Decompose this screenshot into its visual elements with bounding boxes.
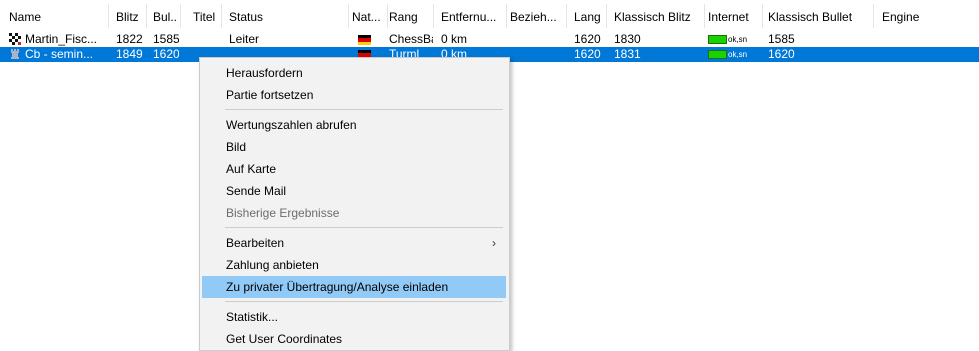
germany-flag-icon: [358, 35, 371, 45]
player-name: Cb - semin...: [25, 47, 94, 61]
menu-separator: [225, 301, 503, 302]
menu-item-challenge[interactable]: Herausfordern: [202, 62, 506, 84]
blitz-rating: 1822: [116, 32, 143, 46]
column-header-rang[interactable]: Rang: [389, 10, 427, 24]
menu-item-invite-private-broadcast[interactable]: Zu privater Übertragung/Analyse einladen: [202, 276, 506, 298]
column-header-nation[interactable]: Nat...: [352, 10, 388, 24]
long-rating: 1620: [574, 47, 601, 61]
player-name: Martin_Fisc...: [25, 32, 98, 46]
internet-status-icon: [708, 35, 727, 44]
checkered-avatar-icon: [9, 33, 21, 45]
classic-blitz-rating: 1831: [614, 47, 641, 61]
column-divider[interactable]: [108, 4, 109, 28]
column-header-engine[interactable]: Engine: [882, 10, 942, 24]
submenu-arrow-icon: ›: [492, 236, 496, 250]
column-divider[interactable]: [387, 4, 388, 28]
menu-item-send-mail[interactable]: Sende Mail: [202, 180, 506, 202]
column-header-beziehung[interactable]: Bezieh...: [510, 10, 560, 24]
column-header-row: Name Blitz Bul... Titel Status Nat... Ra…: [0, 0, 979, 30]
relation-value: [510, 47, 560, 62]
column-header-entfernung[interactable]: Entfernu...: [441, 10, 501, 24]
internet-status-icon: [708, 50, 727, 59]
menu-item-statistics[interactable]: Statistik...: [202, 306, 506, 328]
rook-icon: [11, 49, 19, 59]
relation-value: [510, 32, 560, 47]
column-divider[interactable]: [146, 4, 147, 28]
long-rating: 1620: [574, 32, 601, 46]
engine-value: [882, 32, 962, 47]
title-value: [193, 32, 219, 47]
column-header-internet[interactable]: Internet: [708, 10, 760, 24]
internet-status-text: ok,sn: [728, 50, 748, 59]
bullet-rating: 1585: [153, 32, 179, 46]
menu-item-on-map[interactable]: Auf Karte: [202, 158, 506, 180]
column-divider[interactable]: [180, 4, 181, 28]
status-value: Leiter: [229, 32, 260, 46]
column-header-lang[interactable]: Lang: [574, 10, 602, 24]
column-header-status[interactable]: Status: [229, 10, 329, 24]
table-row[interactable]: Martin_Fisc... 1822 1585 Leiter ChessBa:…: [0, 32, 979, 47]
menu-item-get-user-coordinates[interactable]: Get User Coordinates: [202, 328, 506, 350]
column-divider[interactable]: [221, 4, 222, 28]
classic-bullet-rating: 1620: [768, 47, 795, 61]
menu-separator: [225, 227, 503, 228]
classic-bullet-rating: 1585: [768, 32, 795, 46]
column-header-bullet[interactable]: Bul...: [153, 10, 177, 24]
column-header-klassisch-bullet[interactable]: Klassisch Bullet: [768, 10, 868, 24]
column-header-blitz[interactable]: Blitz: [116, 10, 144, 24]
column-divider[interactable]: [704, 4, 705, 28]
menu-separator: [225, 109, 503, 110]
column-header-klassisch-blitz[interactable]: Klassisch Blitz: [614, 10, 704, 24]
classic-blitz-rating: 1830: [614, 32, 641, 46]
distance-value: 0 km: [441, 32, 468, 46]
bullet-rating: 1620: [153, 47, 179, 61]
menu-item-offer-payment[interactable]: Zahlung anbieten: [202, 254, 506, 276]
column-divider[interactable]: [348, 4, 349, 28]
menu-item-fetch-ratings[interactable]: Wertungszahlen abrufen: [202, 114, 506, 136]
blitz-rating: 1849: [116, 47, 143, 61]
column-divider[interactable]: [762, 4, 763, 28]
menu-item-edit[interactable]: Bearbeiten ›: [202, 232, 506, 254]
internet-status-text: ok,sn: [728, 35, 748, 44]
rank-value: ChessBa:: [389, 32, 433, 46]
column-header-name[interactable]: Name: [9, 10, 85, 24]
column-divider[interactable]: [873, 4, 874, 28]
column-divider[interactable]: [566, 4, 567, 28]
engine-value: [882, 47, 962, 62]
column-divider[interactable]: [433, 4, 434, 28]
menu-item-picture[interactable]: Bild: [202, 136, 506, 158]
column-header-titel[interactable]: Titel: [193, 10, 219, 24]
column-divider[interactable]: [606, 4, 607, 28]
context-menu: Herausfordern Partie fortsetzen Wertungs…: [199, 57, 510, 351]
menu-item-previous-results: Bisherige Ergebnisse: [226, 206, 340, 220]
menu-item-continue-game[interactable]: Partie fortsetzen: [202, 84, 506, 106]
column-divider[interactable]: [506, 4, 507, 28]
menu-item-edit-label: Bearbeiten: [226, 236, 285, 250]
